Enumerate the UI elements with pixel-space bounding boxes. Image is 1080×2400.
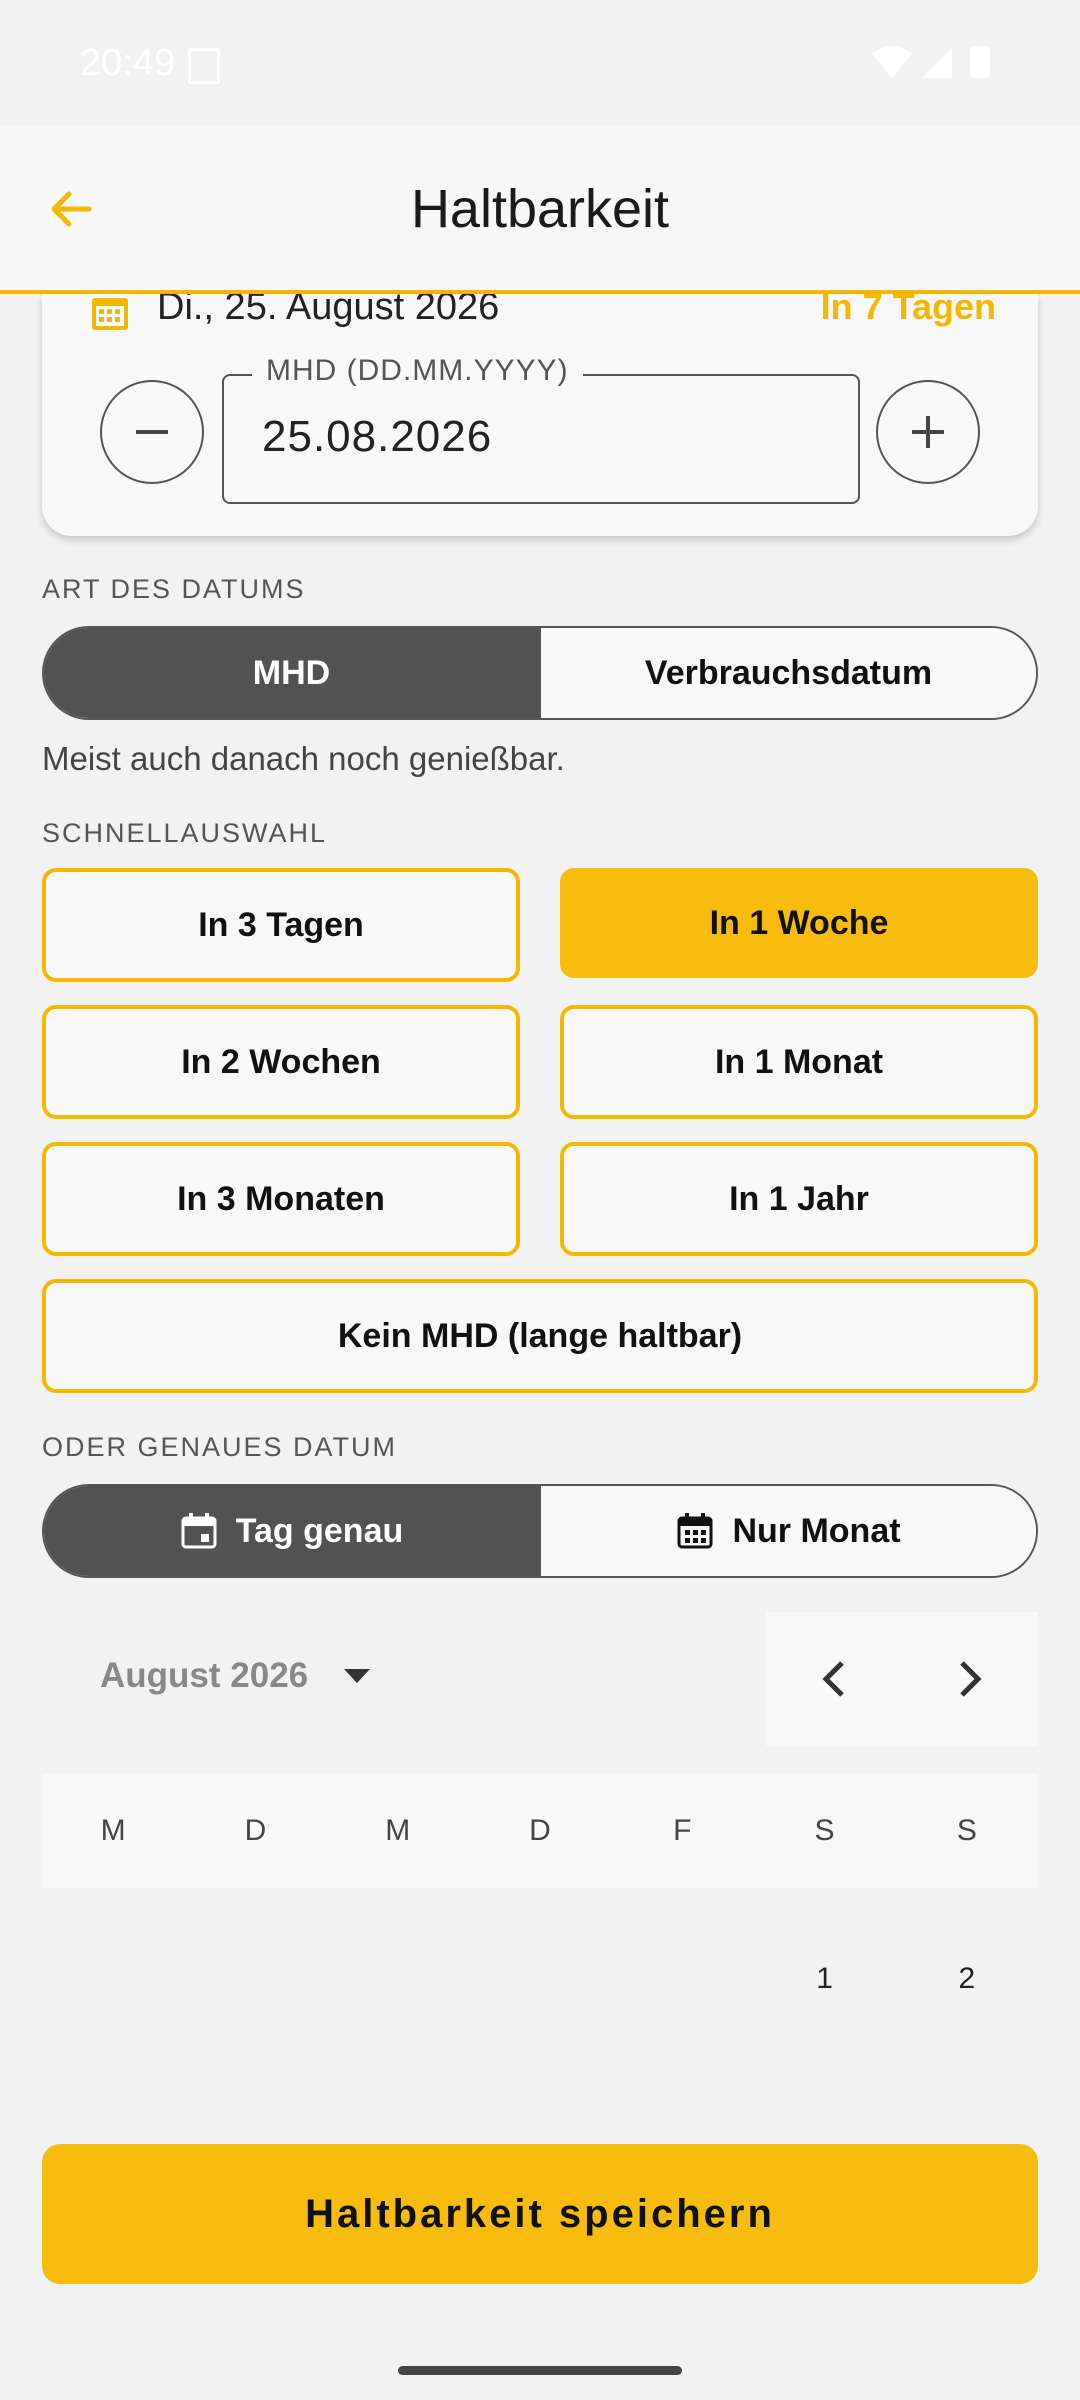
quick-1-year[interactable]: In 1 Jahr [560, 1142, 1038, 1256]
home-indicator[interactable] [398, 2366, 682, 2375]
weekday-label: D [529, 1814, 551, 1847]
mode-month-only-label: Nur Monat [732, 1511, 901, 1550]
date-input-label: MHD (DD.MM.YYYY) [252, 354, 583, 388]
weekday-label: M [385, 1814, 411, 1847]
quick-3-months[interactable]: In 3 Monaten [42, 1142, 520, 1256]
weekday-label: M [100, 1814, 126, 1847]
chevron-right-icon [960, 1661, 982, 1697]
month-selector[interactable]: August 2026 [100, 1656, 372, 1696]
chevron-left-icon [822, 1661, 844, 1697]
battery-icon [970, 46, 990, 78]
status-bar: 20:49 [0, 0, 1080, 126]
screenshot-icon [188, 48, 220, 84]
month-label: August 2026 [100, 1656, 309, 1695]
app-bar: Haltbarkeit [0, 126, 1080, 294]
mode-month-only[interactable]: Nur Monat [539, 1486, 1036, 1576]
mode-day-exact[interactable]: Tag genau [44, 1486, 539, 1576]
dropdown-arrow-icon [344, 1669, 371, 1683]
date-input-field[interactable]: MHD (DD.MM.YYYY) 25.08.2026 [222, 354, 860, 504]
calendar-day[interactable]: 2 [896, 1924, 1038, 2034]
date-type-hint: Meist auch danach noch genießbar. [42, 740, 565, 777]
calendar-empty-cell [327, 1924, 469, 2034]
wifi-icon [872, 46, 912, 78]
calendar-week-row: 1 2 [42, 1924, 1038, 2034]
calendar-month-icon [677, 1513, 713, 1549]
exact-date-toggle: Tag genau Nur Monat [42, 1484, 1038, 1578]
calendar-empty-cell [42, 1924, 184, 2034]
signal-icon [922, 48, 952, 78]
decrement-button[interactable] [100, 380, 204, 484]
next-month-button[interactable] [902, 1612, 1038, 1746]
status-icons [872, 46, 990, 78]
plus-icon [912, 416, 944, 448]
quick-no-expiry[interactable]: Kein MHD (lange haltbar) [42, 1279, 1038, 1393]
date-type-verbrauchsdatum[interactable]: Verbrauchsdatum [539, 628, 1036, 718]
month-nav [766, 1612, 1038, 1746]
quick-2-weeks[interactable]: In 2 Wochen [42, 1005, 520, 1119]
calendar-icon [92, 298, 128, 330]
calendar-empty-cell [184, 1924, 326, 2034]
increment-button[interactable] [876, 380, 980, 484]
date-card: Di., 25. August 2026 In 7 Tagen MHD (DD.… [42, 294, 1038, 536]
previous-month-button[interactable] [766, 1612, 902, 1746]
date-type-toggle: MHD Verbrauchsdatum [42, 626, 1038, 720]
quick-1-week[interactable]: In 1 Woche [560, 868, 1038, 978]
quick-3-days[interactable]: In 3 Tagen [42, 868, 520, 982]
weekday-header: M D M D F S S [42, 1774, 1038, 1888]
calendar-day[interactable]: 1 [753, 1924, 895, 2034]
date-type-mhd[interactable]: MHD [44, 628, 539, 718]
minus-icon [136, 430, 168, 434]
weekday-label: S [814, 1814, 835, 1847]
quick-1-month[interactable]: In 1 Monat [560, 1005, 1038, 1119]
relative-date: In 7 Tagen [820, 294, 996, 327]
weekday-label: D [244, 1814, 267, 1847]
mode-day-exact-label: Tag genau [235, 1511, 404, 1550]
weekday-label: S [956, 1814, 977, 1847]
exact-date-heading: ODER GENAUES DATUM [42, 1432, 398, 1462]
date-input-value: 25.08.2026 [262, 412, 493, 461]
save-button[interactable]: Haltbarkeit speichern [42, 2144, 1038, 2284]
selected-date-text: Di., 25. August 2026 [157, 294, 500, 328]
event-icon [181, 1513, 217, 1549]
quick-select-heading: SCHNELLAUSWAHL [42, 818, 328, 848]
page-title: Haltbarkeit [410, 179, 670, 239]
calendar-empty-cell [611, 1924, 753, 2034]
calendar-empty-cell [469, 1924, 611, 2034]
weekday-label: F [673, 1814, 692, 1847]
date-type-heading: ART DES DATUMS [42, 574, 306, 604]
status-time: 20:49 [80, 42, 176, 84]
